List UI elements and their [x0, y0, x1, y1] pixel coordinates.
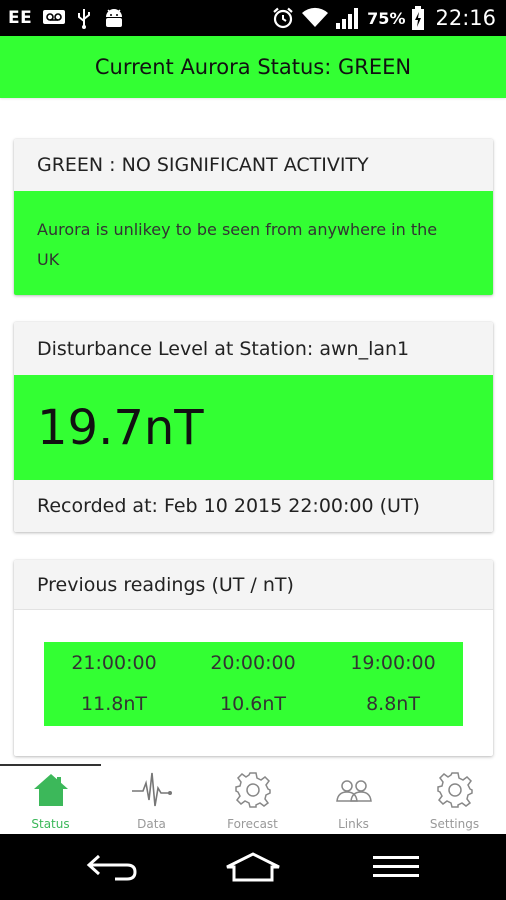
menu-button[interactable] — [336, 834, 456, 900]
status-description: Aurora is unlikey to be seen from anywhe… — [14, 191, 493, 295]
gear-icon — [235, 772, 271, 808]
home-icon — [34, 774, 68, 806]
pulse-icon — [132, 772, 172, 807]
previous-readings-table: 21:00:00 11.8nT 20:00:00 10.6nT 19:00:00… — [44, 642, 463, 726]
reading-time: 20:00:00 — [210, 652, 296, 674]
people-icon — [336, 780, 372, 802]
reading-time: 21:00:00 — [71, 652, 157, 674]
tab-label: Forecast — [227, 817, 278, 831]
tab-label: Settings — [429, 817, 480, 831]
tab-status[interactable]: Status — [0, 766, 101, 834]
voicemail-icon — [43, 10, 66, 24]
bottom-navigation: Status Data Forecast Links Settings — [0, 762, 506, 834]
tab-label: Data — [137, 817, 166, 831]
carrier-label: EE — [8, 8, 33, 28]
home-button[interactable] — [193, 834, 313, 900]
signal-icon — [336, 8, 359, 29]
status-bar-left: EE — [8, 0, 126, 36]
status-bar-right: 75% 22:16 — [271, 0, 496, 36]
tab-links[interactable]: Links — [303, 766, 404, 834]
alarm-icon — [273, 7, 293, 29]
clock: 22:16 — [435, 6, 496, 30]
reading-column: 21:00:00 11.8nT — [44, 642, 184, 726]
usb-icon — [78, 9, 91, 29]
wifi-icon — [302, 7, 329, 27]
android-debug-icon — [106, 9, 123, 27]
disturbance-reading: 19.7nT — [14, 375, 493, 480]
tab-label: Links — [338, 817, 369, 831]
aurora-status-card: GREEN : NO SIGNIFICANT ACTIVITY Aurora i… — [14, 139, 493, 295]
home-outline-icon — [226, 852, 280, 882]
page-title: Current Aurora Status: GREEN — [94, 55, 412, 79]
status-heading: GREEN : NO SIGNIFICANT ACTIVITY — [14, 139, 493, 191]
tab-label: Status — [31, 817, 70, 831]
reading-value: 8.8nT — [366, 693, 420, 715]
recorded-timestamp: Recorded at: Feb 10 2015 22:00:00 (UT) — [14, 480, 493, 532]
reading-time: 19:00:00 — [350, 652, 436, 674]
tab-settings[interactable]: Settings — [404, 766, 505, 834]
system-navigation-bar — [0, 834, 506, 900]
back-icon — [86, 854, 137, 881]
disturbance-card: Disturbance Level at Station: awn_lan1 1… — [14, 322, 493, 532]
back-button[interactable] — [52, 834, 172, 900]
previous-readings-card: Previous readings (UT / nT) 21:00:00 11.… — [14, 560, 493, 756]
reading-value: 10.6nT — [220, 693, 286, 715]
app-header: Current Aurora Status: GREEN — [0, 36, 506, 98]
status-bar: EE 75% 22:16 — [0, 0, 506, 36]
tab-data[interactable]: Data — [101, 766, 202, 834]
reading-value: 11.8nT — [81, 693, 147, 715]
reading-column: 20:00:00 10.6nT — [183, 642, 323, 726]
gear-icon — [437, 772, 473, 808]
previous-readings-heading: Previous readings (UT / nT) — [14, 560, 493, 610]
battery-charging-icon — [412, 6, 425, 30]
disturbance-heading: Disturbance Level at Station: awn_lan1 — [14, 322, 493, 375]
battery-percent: 75% — [367, 8, 406, 28]
reading-column: 19:00:00 8.8nT — [323, 642, 463, 726]
tab-forecast[interactable]: Forecast — [202, 766, 303, 834]
menu-icon — [373, 856, 419, 877]
